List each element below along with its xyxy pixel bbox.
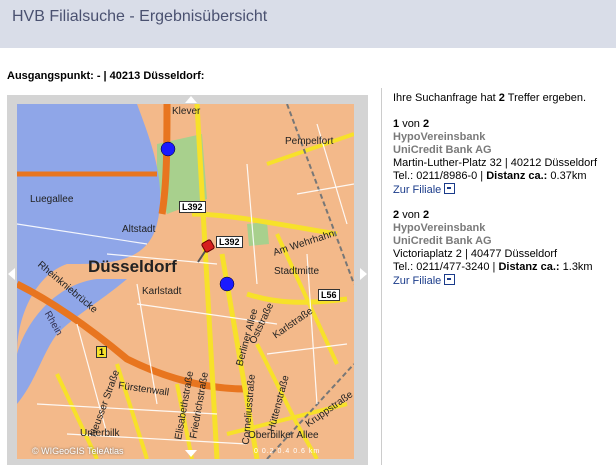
distance-value: 0.37km [550, 170, 587, 182]
map-label-kleve: Klever [172, 106, 201, 117]
arrow-right-icon [444, 274, 456, 285]
arrow-right-icon [444, 183, 456, 194]
distance-label: Distanz ca.: [498, 261, 560, 273]
map-label-oberbilker: Oberbilker Allee [248, 430, 319, 441]
road-shield-l392b: L392 [216, 236, 243, 248]
branch-link-label: Zur Filiale [393, 184, 442, 196]
distance-value: 1.3km [562, 261, 593, 273]
result-counter: 1 von 2 [393, 118, 608, 131]
map-scale-bar: 0 0.2 0.4 0.6 km [254, 448, 321, 455]
map-copyright: © WIGeoGIS TeleAtlas [32, 446, 124, 456]
result-counter: 2 von 2 [393, 209, 608, 222]
results-panel: Ihre Suchanfrage hat 2 Treffer ergeben. … [393, 92, 608, 300]
branch-contact: Tel.: 0211/8986-0 | Distanz ca.: 0.37km [393, 170, 587, 182]
map-label-city: Düsseldorf [88, 257, 177, 276]
map-pan-down-button[interactable] [185, 450, 197, 457]
tel-value: 0211/477-3240 [416, 261, 490, 273]
result-index: 2 [393, 209, 400, 221]
map-label-stadtmitte: Stadtmitte [274, 266, 320, 277]
results-summary: Ihre Suchanfrage hat 2 Treffer ergeben. [393, 92, 608, 104]
branch-address: Martin-Luther-Platz 32 | 40212 Düsseldor… [393, 157, 598, 169]
branch-name: HypoVereinsbank [393, 222, 486, 234]
page-header: HVB Filialsuche - Ergebnisübersicht [0, 0, 616, 48]
branch-link-label: Zur Filiale [393, 275, 442, 287]
page-title: HVB Filialsuche - Ergebnisübersicht [12, 8, 268, 25]
result-index: 1 [393, 118, 400, 130]
result-total: 2 [423, 118, 430, 130]
origin-label: Ausgangspunkt: - | 40213 Düsseldorf: [7, 70, 205, 82]
map-pan-up-button[interactable] [185, 96, 197, 103]
road-shield-b1: 1 [96, 346, 108, 358]
result-of-label: von [402, 209, 420, 221]
map-label-unterbilk: Unterbilk [80, 428, 120, 439]
map-label-luegallee: Luegallee [30, 194, 74, 205]
branch-link-1[interactable]: Zur Filiale [393, 183, 456, 196]
branch-name: HypoVereinsbank [393, 131, 486, 143]
road-shield-l56: L56 [318, 289, 340, 301]
divider [381, 88, 382, 465]
tel-value: 0211/8986-0 [416, 170, 478, 182]
result-total: 2 [423, 209, 430, 221]
branch-contact: Tel.: 0211/477-3240 | Distanz ca.: 1.3km [393, 261, 593, 273]
result-entry: 1 von 2 HypoVereinsbank UniCredit Bank A… [393, 118, 608, 197]
map-label-pempelfort: Pempelfort [285, 136, 334, 147]
map-pan-left-button[interactable] [8, 268, 15, 280]
bank-name: UniCredit Bank AG [393, 235, 492, 247]
road-shield-l392a: L392 [179, 201, 206, 213]
result-of-label: von [402, 118, 420, 130]
branch-address: Victoriaplatz 2 | 40477 Düsseldorf [393, 248, 558, 260]
summary-prefix: Ihre Suchanfrage hat [393, 92, 499, 104]
tel-label: Tel.: [393, 261, 414, 273]
bank-name: UniCredit Bank AG [393, 144, 492, 156]
result-entry: 2 von 2 HypoVereinsbank UniCredit Bank A… [393, 209, 608, 288]
map-pan-right-button[interactable] [360, 268, 367, 280]
map-label-altstadt: Altstadt [122, 224, 156, 235]
tel-label: Tel.: [393, 170, 414, 182]
map-label-karlstadt: Karlstadt [142, 286, 182, 297]
distance-label: Distanz ca.: [486, 170, 548, 182]
summary-suffix: Treffer ergeben. [504, 92, 587, 104]
branch-link-2[interactable]: Zur Filiale [393, 274, 456, 287]
